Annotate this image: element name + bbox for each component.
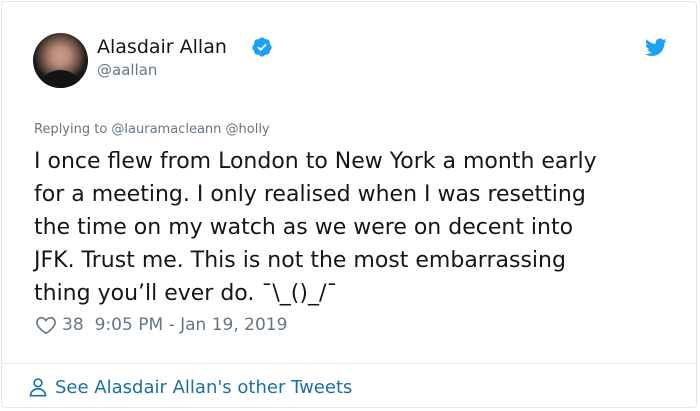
twitter-bird-icon[interactable] (644, 36, 668, 58)
divider (2, 363, 696, 364)
tweet-text-line: I once flew from London to New York a mo… (34, 149, 597, 174)
tweet-text-line: for a meeting. I only realised when I wa… (34, 182, 586, 207)
verified-badge-icon (252, 37, 272, 57)
like-count[interactable]: 38 (62, 315, 84, 335)
heart-icon[interactable] (35, 315, 57, 335)
replying-to-line: Replying to @lauramacleann @holly (34, 122, 270, 137)
tweet-text: I once flew from London to New York a mo… (34, 145, 669, 310)
author-handle[interactable]: @aallan (97, 60, 157, 80)
tweet-meta: 38 9:05 PM - Jan 19, 2019 (35, 312, 287, 338)
avatar[interactable] (33, 33, 88, 88)
person-icon (29, 378, 47, 397)
tweet-card: Alasdair Allan @aallan Replying to @laur… (1, 1, 697, 408)
tweet-text-line: thing you’ll ever do. ¯\_()_/¯ (34, 281, 338, 306)
tweet-text-line: JFK. Trust me. This is not the most emba… (34, 248, 566, 273)
see-other-tweets-label: See Alasdair Allan's other Tweets (55, 376, 353, 398)
see-other-tweets-link[interactable]: See Alasdair Allan's other Tweets (27, 374, 352, 400)
tweet-timestamp[interactable]: 9:05 PM - Jan 19, 2019 (95, 315, 288, 335)
author-display-name[interactable]: Alasdair Allan (97, 35, 227, 59)
tweet-text-line: the time on my watch as we were on decen… (34, 215, 574, 240)
